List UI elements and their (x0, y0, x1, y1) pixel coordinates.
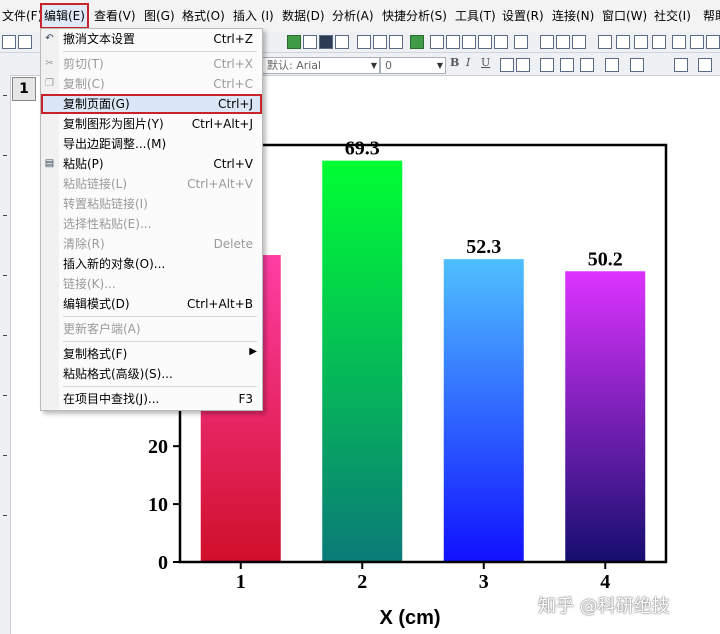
menu-item-label: 粘贴(P) (63, 157, 104, 171)
menu-item-label: 导出边距调整...(M) (63, 137, 167, 151)
bar-2[interactable] (322, 160, 403, 562)
menu-separator (63, 386, 257, 387)
undo-icon: ↶ (45, 33, 54, 44)
menu-item-label: 粘贴链接(L) (63, 177, 128, 191)
menu-item-shortcut: Delete (213, 237, 253, 251)
menu-item-label: 复制图形为图片(Y) (63, 117, 164, 131)
menu-item-clear[interactable]: 清除(R) Delete (41, 234, 262, 254)
y-tick-label-20: 20 (148, 436, 168, 458)
copy-icon: ❐ (45, 78, 54, 89)
data-label-2: 69.3 (345, 138, 380, 160)
x-axis-title: X (cm) (379, 607, 440, 629)
menu-item-label: 转置粘贴链接(I) (63, 197, 148, 211)
menu-item-edit-mode[interactable]: 编辑模式(D) Ctrl+Alt+B (41, 294, 262, 314)
menu-item-label: 清除(R) (63, 237, 105, 251)
menu-item-paste-link[interactable]: 粘贴链接(L) Ctrl+Alt+V (41, 174, 262, 194)
menu-item-copy[interactable]: ❐ 复制(C) Ctrl+C (41, 74, 262, 94)
y-tick-label-0: 0 (158, 552, 168, 574)
menu-item-undo[interactable]: ↶ 撤消文本设置 Ctrl+Z (41, 29, 262, 49)
cut-icon: ✂ (45, 58, 54, 69)
data-label-3: 52.3 (466, 236, 501, 258)
menu-item-label: 链接(K)... (63, 277, 116, 291)
menu-item-shortcut: Ctrl+J (218, 97, 253, 111)
menu-item-cut[interactable]: ✂ 剪切(T) Ctrl+X (41, 54, 262, 74)
menu-item-label: 撤消文本设置 (63, 32, 136, 46)
y-ticks-group: 0 10 20 (148, 436, 180, 574)
menu-item-shortcut: Ctrl+Z (213, 32, 253, 46)
x-tick-label-2: 2 (357, 571, 367, 593)
menu-item-transpose-paste-link[interactable]: 转置粘贴链接(I) (41, 194, 262, 214)
menu-item-shortcut: F3 (238, 392, 253, 406)
menu-item-label: 剪切(T) (63, 57, 104, 71)
menu-item-label: 更新客户端(A) (63, 322, 141, 336)
x-tick-label-1: 1 (236, 571, 246, 593)
menu-item-shortcut: Ctrl+Alt+B (187, 297, 253, 311)
menu-item-export-margin[interactable]: 导出边距调整...(M) (41, 134, 262, 154)
bar-3[interactable] (443, 259, 524, 562)
bars-group (200, 160, 646, 562)
menu-item-label: 编辑模式(D) (63, 297, 130, 311)
x-tick-label-3: 3 (479, 571, 489, 593)
menu-item-label: 在项目中查找(J)... (63, 392, 160, 406)
menu-item-shortcut: Ctrl+Alt+V (187, 177, 253, 191)
menu-item-label: 复制(C) (63, 77, 105, 91)
data-label-4: 50.2 (588, 248, 623, 270)
menu-item-update-client[interactable]: 更新客户端(A) (41, 319, 262, 339)
menu-item-label: 粘贴格式(高级)(S)... (63, 367, 173, 381)
menu-item-shortcut: Ctrl+Alt+J (191, 117, 253, 131)
menu-separator (63, 341, 257, 342)
edit-menu-dropdown: ↶ 撤消文本设置 Ctrl+Z ✂ 剪切(T) Ctrl+X ❐ 复制(C) C… (40, 28, 263, 411)
menu-item-label: 复制格式(F) (63, 347, 128, 361)
menu-item-paste-special[interactable]: 选择性粘贴(E)... (41, 214, 262, 234)
bar-4[interactable] (565, 271, 646, 562)
y-tick-label-10: 10 (148, 494, 168, 516)
menu-item-label: 复制页面(G) (63, 97, 130, 111)
menu-item-find-in-project[interactable]: 在项目中查找(J)... F3 (41, 389, 262, 409)
paste-icon: ▤ (44, 158, 55, 169)
menu-item-label: 选择性粘贴(E)... (63, 217, 152, 231)
menu-item-insert-object[interactable]: 插入新的对象(O)... (41, 254, 262, 274)
watermark: 知乎 @科研绝技 (538, 596, 670, 617)
menu-item-label: 插入新的对象(O)... (63, 257, 166, 271)
menu-item-paste[interactable]: ▤ 粘贴(P) Ctrl+V (41, 154, 262, 174)
menu-separator (63, 316, 257, 317)
x-tick-label-4: 4 (600, 571, 610, 593)
x-ticks-group: 1 2 3 4 (236, 562, 610, 593)
menu-item-links[interactable]: 链接(K)... (41, 274, 262, 294)
menu-item-copy-page[interactable]: 复制页面(G) Ctrl+J (41, 94, 262, 114)
menu-item-copy-graph-as-picture[interactable]: 复制图形为图片(Y) Ctrl+Alt+J (41, 114, 262, 134)
menu-separator (63, 51, 257, 52)
menu-item-shortcut: Ctrl+C (213, 77, 253, 91)
menu-item-copy-format[interactable]: 复制格式(F) ▶ (41, 344, 262, 364)
menu-item-paste-format-advanced[interactable]: 粘贴格式(高级)(S)... (41, 364, 262, 384)
menu-item-shortcut: Ctrl+X (213, 57, 253, 71)
chevron-right-icon: ▶ (249, 346, 257, 357)
menu-item-shortcut: Ctrl+V (213, 157, 253, 171)
